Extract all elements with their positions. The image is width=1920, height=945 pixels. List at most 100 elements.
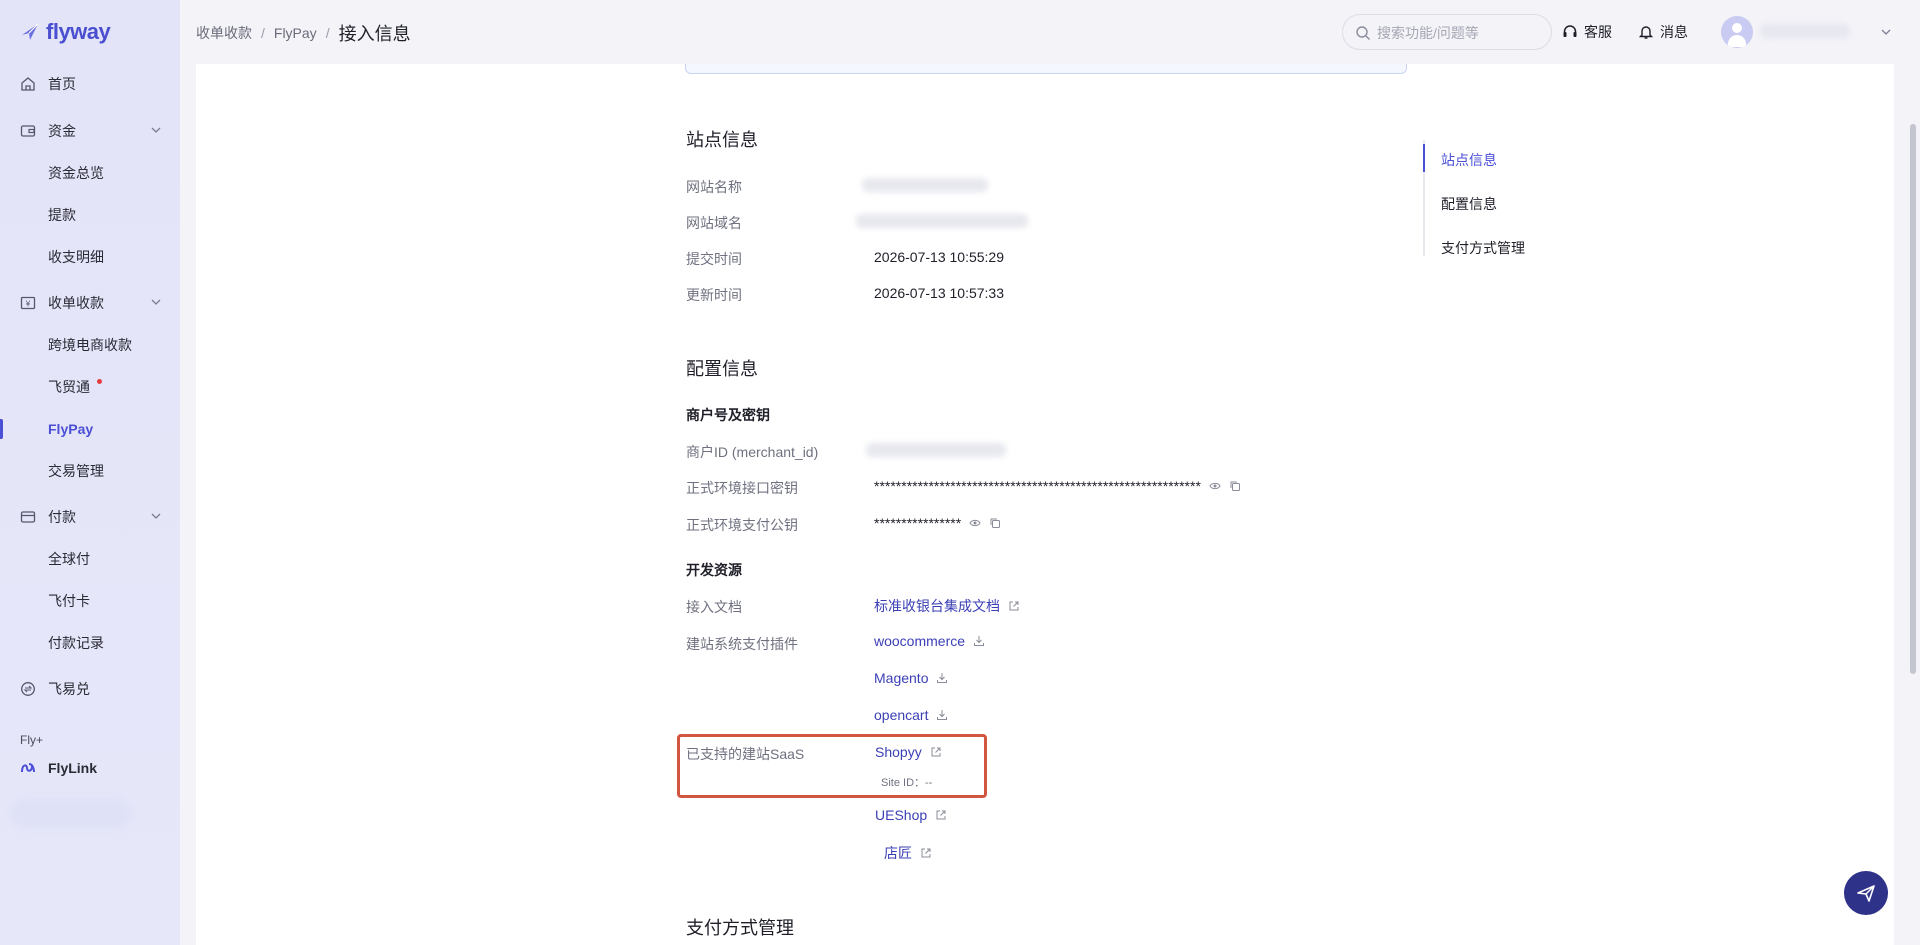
site-info-title: 站点信息 (686, 130, 758, 150)
anchor-item-payment-methods[interactable]: 支付方式管理 (1441, 238, 1525, 258)
api-key-label: 正式环境接口密钥 (686, 480, 798, 496)
saas-dianjiang[interactable]: 店匠 (884, 843, 932, 863)
plugin-link[interactable]: opencart (874, 707, 928, 723)
sidebar-item-label: 提款 (48, 207, 76, 223)
copy-icon[interactable] (1229, 480, 1241, 492)
sidebar-item-flypay[interactable]: FlyPay (0, 413, 180, 445)
sidebar-item-payment[interactable]: 付款 (0, 501, 180, 533)
sidebar-item-exchange[interactable]: 飞易兑 (0, 673, 180, 705)
external-link-icon[interactable] (1008, 600, 1020, 612)
update-time-label: 更新时间 (686, 287, 742, 303)
breadcrumb-separator: / (261, 25, 265, 41)
sidebar-item-withdraw[interactable]: 提款 (0, 199, 180, 231)
card-icon (20, 511, 36, 523)
sidebar-item-label: 飞贸通 (48, 379, 90, 395)
merchant-id-label: 商户ID (merchant_id) (686, 444, 819, 460)
merchant-id-value-blurred (866, 443, 1006, 457)
flyway-logo[interactable]: flyway (20, 18, 111, 46)
bell-icon (1638, 26, 1654, 39)
sidebar-item-fly-card[interactable]: 飞付卡 (0, 585, 180, 617)
sidebar-item-feimaotong[interactable]: 飞贸通 (0, 371, 180, 403)
site-name-value-blurred (862, 178, 988, 192)
download-icon[interactable] (936, 709, 948, 721)
sidebar-item-label: FlyPay (48, 421, 94, 437)
public-key-field: **************** (874, 515, 1001, 531)
sidebar-item-transactions[interactable]: 交易管理 (0, 455, 180, 487)
anchor-active-bar (1423, 144, 1425, 172)
doc-link[interactable]: 标准收银台集成文档 (874, 596, 1020, 616)
api-key-field: ****************************************… (874, 478, 1241, 494)
doc-link-text[interactable]: 标准收银台集成文档 (874, 596, 1000, 616)
floating-help-button[interactable] (1844, 871, 1888, 915)
messages-label: 消息 (1660, 24, 1688, 40)
sidebar-section-label: Fly+ (20, 733, 44, 747)
saas-ueshop[interactable]: UEShop (875, 807, 947, 823)
anchor-item-config-info[interactable]: 配置信息 (1441, 194, 1497, 214)
search-input[interactable] (1377, 22, 1545, 44)
svg-text:¥: ¥ (25, 300, 31, 309)
logo-text: flyway (46, 19, 111, 44)
site-name-label: 网站名称 (686, 179, 742, 195)
plugin-woocommerce[interactable]: woocommerce (874, 633, 985, 649)
home-icon (21, 77, 35, 91)
sidebar-item-home[interactable]: 首页 (0, 68, 180, 100)
wallet-icon (20, 125, 36, 137)
exchange-icon (21, 682, 35, 696)
plugin-magento[interactable]: Magento (874, 670, 948, 686)
sidebar-item-label: 跨境电商收款 (48, 337, 132, 353)
sidebar-item-payment-records[interactable]: 付款记录 (0, 627, 180, 659)
sidebar-item-label: 付款记录 (48, 635, 104, 651)
saas-link[interactable]: UEShop (875, 807, 927, 823)
username-blurred (1760, 24, 1850, 38)
domain-value-blurred (856, 214, 1028, 228)
page-title: 接入信息 (338, 24, 411, 44)
messages-button[interactable]: 消息 (1638, 22, 1688, 42)
search-box[interactable] (1342, 14, 1552, 50)
search-icon (1356, 26, 1370, 40)
blurred-item (10, 798, 132, 828)
copy-icon[interactable] (989, 517, 1001, 529)
api-key-value: ****************************************… (874, 478, 1201, 494)
saas-link[interactable]: 店匠 (884, 843, 912, 863)
sidebar-item-flylink[interactable]: FlyLink (0, 752, 180, 784)
scrollbar[interactable] (1910, 124, 1916, 674)
update-time-value: 2026-07-13 10:57:33 (874, 285, 1004, 301)
eye-icon[interactable] (1209, 480, 1221, 492)
chevron-down-icon[interactable] (1880, 26, 1892, 38)
public-key-value: **************** (874, 515, 962, 531)
download-icon[interactable] (936, 672, 948, 684)
paper-plane-icon (1857, 885, 1875, 902)
download-icon[interactable] (973, 635, 985, 647)
avatar[interactable] (1721, 16, 1753, 48)
domain-label: 网站域名 (686, 215, 742, 231)
anchor-nav: 站点信息 配置信息 支付方式管理 (1423, 140, 1563, 256)
public-key-label: 正式环境支付公钥 (686, 517, 798, 533)
main-content: 站点信息 网站名称 网站域名 提交时间 2026-07-13 10:55:29 … (196, 64, 1894, 945)
sidebar-item-acquiring[interactable]: ¥ 收单收款 (0, 287, 180, 319)
sidebar-item-cross-border[interactable]: 跨境电商收款 (0, 329, 180, 361)
flylink-icon (21, 763, 35, 773)
sidebar-item-funds-overview[interactable]: 资金总览 (0, 157, 180, 189)
config-info-title: 配置信息 (686, 359, 758, 379)
customer-service-button[interactable]: 客服 (1562, 22, 1612, 42)
sidebar-item-funds[interactable]: 资金 (0, 115, 180, 147)
flyway-logo-icon (22, 23, 39, 40)
plugin-link[interactable]: woocommerce (874, 633, 965, 649)
plugin-link[interactable]: Magento (874, 670, 928, 686)
doc-label: 接入文档 (686, 599, 742, 615)
sidebar-item-label: FlyLink (48, 760, 98, 776)
external-link-icon[interactable] (935, 809, 947, 821)
highlight-box (677, 734, 987, 798)
sidebar-item-statement[interactable]: 收支明细 (0, 241, 180, 273)
plugin-opencart[interactable]: opencart (874, 707, 948, 723)
anchor-item-site-info[interactable]: 站点信息 (1441, 150, 1497, 170)
sidebar-item-label: 交易管理 (48, 463, 104, 479)
breadcrumb-item[interactable]: FlyPay (274, 25, 317, 41)
plugin-label: 建站系统支付插件 (686, 636, 798, 652)
sidebar-item-global-pay[interactable]: 全球付 (0, 543, 180, 575)
breadcrumb-item[interactable]: 收单收款 (196, 23, 252, 43)
sidebar-item-label: 飞易兑 (48, 681, 90, 697)
sidebar-item-label: 飞付卡 (48, 593, 90, 609)
eye-icon[interactable] (969, 517, 981, 529)
external-link-icon[interactable] (920, 847, 932, 859)
